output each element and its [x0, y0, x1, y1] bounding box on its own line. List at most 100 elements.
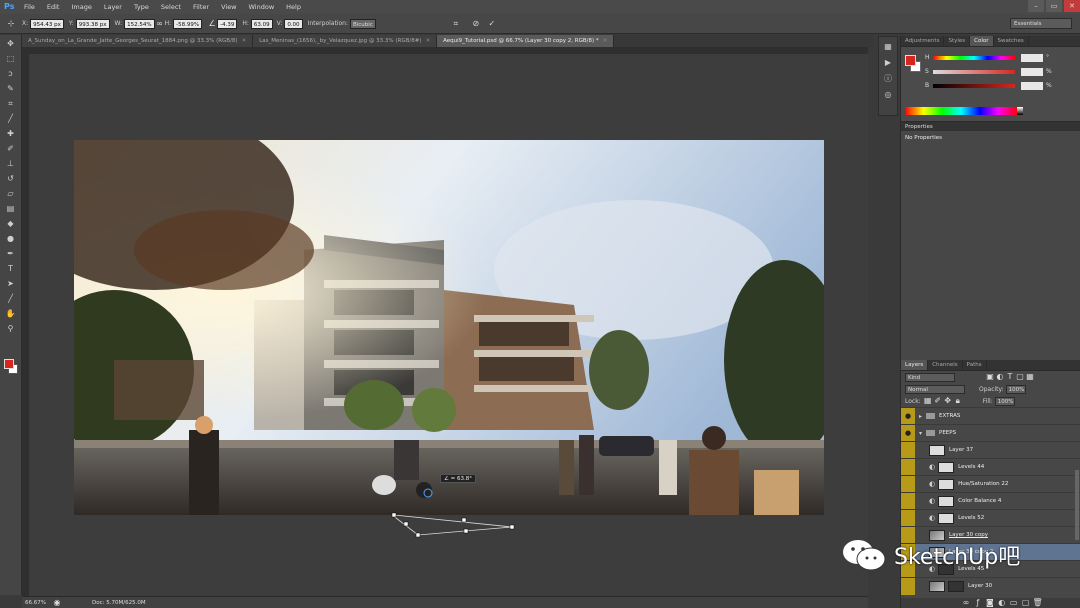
saturation-value[interactable] [1021, 67, 1043, 76]
dodge-tool-icon[interactable]: ● [4, 232, 18, 245]
history-brush-icon[interactable]: ↺ [4, 172, 18, 185]
maximize-button[interactable]: ▭ [1046, 0, 1062, 12]
lock-pixels-icon[interactable]: ▦ [923, 396, 933, 406]
lasso-tool-icon[interactable]: ↄ [4, 67, 18, 80]
visibility-eye-icon[interactable] [901, 475, 915, 493]
layer-row[interactable]: Layer 37 [901, 441, 1080, 459]
new-layer-icon[interactable]: ▢ [1021, 598, 1031, 608]
brightness-value[interactable] [1021, 81, 1043, 90]
menu-filter[interactable]: Filter [187, 0, 215, 14]
color-wheel-icon[interactable]: ◎ [881, 89, 895, 101]
cancel-transform-icon[interactable]: ⊘ [471, 19, 481, 29]
visibility-eye-icon[interactable] [901, 458, 915, 476]
trash-icon[interactable]: 🗑︎ [1033, 598, 1043, 608]
architectural-render-image[interactable] [74, 140, 824, 515]
workspace-select[interactable]: Essentials [1010, 18, 1072, 29]
commit-transform-icon[interactable]: ✓ [487, 19, 497, 29]
new-group-icon[interactable]: ▭ [1009, 598, 1019, 608]
layer-kind-filter[interactable]: Kind [905, 372, 955, 382]
link-layers-icon[interactable]: ∞ [961, 598, 971, 608]
pen-tool-icon[interactable]: ✒ [4, 247, 18, 260]
fill-field[interactable]: 100% [994, 396, 1015, 406]
hue-slider[interactable] [933, 55, 1015, 60]
tab-swatches[interactable]: Swatches [994, 36, 1029, 46]
lock-all-icon[interactable]: 🔒︎ [953, 396, 963, 406]
menu-file[interactable]: File [18, 0, 41, 14]
visibility-eye-icon[interactable]: ● [901, 424, 915, 442]
panel-foreground-swatch[interactable] [905, 55, 916, 66]
zoom-level[interactable]: 66.67% [22, 600, 52, 606]
healing-tool-icon[interactable]: ✚ [4, 127, 18, 140]
warp-icon[interactable]: ⌗ [451, 19, 461, 29]
brightness-slider[interactable] [933, 83, 1015, 88]
tab-adjustments[interactable]: Adjustments [901, 36, 945, 46]
close-icon[interactable]: ✕ [425, 38, 430, 44]
layer-row[interactable]: ◐ Levels 52 [901, 509, 1080, 527]
link-icon[interactable]: ∞ [155, 19, 165, 29]
menu-view[interactable]: View [215, 0, 242, 14]
doc-tab-seurat[interactable]: A_Sunday_on_La_Grande_Jatte_Georges_Seur… [22, 35, 254, 47]
quick-select-tool-icon[interactable]: ✎ [4, 82, 18, 95]
menu-help[interactable]: Help [280, 0, 307, 14]
tab-color[interactable]: Color [970, 36, 994, 46]
close-icon[interactable]: ✕ [603, 38, 608, 44]
stamp-tool-icon[interactable]: ⊥ [4, 157, 18, 170]
foreground-color-swatch[interactable] [4, 359, 14, 369]
visibility-eye-icon[interactable] [901, 509, 915, 527]
transform-tool-icon[interactable]: ⊹ [6, 19, 16, 29]
eyedropper-tool-icon[interactable]: ╱ [4, 112, 18, 125]
visibility-eye-icon[interactable] [901, 441, 915, 459]
history-icon[interactable]: ▦ [881, 41, 895, 53]
menu-edit[interactable]: Edit [41, 0, 66, 14]
lock-paint-icon[interactable]: ✐ [933, 396, 943, 406]
vskew-field[interactable]: 0.00 [284, 18, 303, 29]
blur-tool-icon[interactable]: ◆ [4, 217, 18, 230]
expand-arrow-icon[interactable]: ▸ [919, 413, 922, 420]
opacity-field[interactable]: 100% [1005, 384, 1026, 394]
layers-scrollbar[interactable] [1075, 470, 1079, 540]
saturation-slider[interactable] [933, 69, 1015, 74]
minimize-button[interactable]: – [1028, 0, 1044, 12]
type-tool-icon[interactable]: T [4, 262, 18, 275]
tab-channels[interactable]: Channels [928, 360, 963, 370]
tab-paths[interactable]: Paths [963, 360, 987, 370]
document-size[interactable]: Doc: 5.70M/625.0M [92, 600, 146, 606]
eraser-tool-icon[interactable]: ▱ [4, 187, 18, 200]
visibility-eye-icon[interactable]: ● [901, 407, 915, 425]
gradient-tool-icon[interactable]: ▤ [4, 202, 18, 215]
height-field[interactable]: -58.99% [173, 18, 203, 29]
doc-tab-tutorial[interactable]: Aequi9_Tutorial.psd @ 66.7% (Layer 30 co… [437, 35, 615, 47]
blend-mode-select[interactable]: Normal [905, 384, 965, 394]
path-select-tool-icon[interactable]: ➤ [4, 277, 18, 290]
doc-tab-velazquez[interactable]: Las_Meninas_(1656),_by_Velazquez.jpg @ 3… [253, 35, 438, 47]
add-mask-icon[interactable]: ◙ [985, 598, 995, 608]
move-tool-icon[interactable]: ✥ [4, 37, 18, 50]
filter-type-icon[interactable]: T [1005, 372, 1015, 382]
actions-icon[interactable]: ▶ [881, 57, 895, 69]
hand-tool-icon[interactable]: ✋ [4, 307, 18, 320]
shape-tool-icon[interactable]: ╱ [4, 292, 18, 305]
export-icon[interactable]: ◉ [52, 598, 62, 608]
lock-position-icon[interactable]: ✥ [943, 396, 953, 406]
x-field[interactable]: 954.43 px [30, 18, 64, 29]
menu-image[interactable]: Image [65, 0, 97, 14]
visibility-eye-icon[interactable] [901, 492, 915, 510]
tab-styles[interactable]: Styles [944, 36, 971, 46]
layer-row[interactable]: Layer 30 [901, 577, 1080, 595]
width-field[interactable]: 152.54% [124, 18, 155, 29]
filter-adjust-icon[interactable]: ◐ [995, 372, 1005, 382]
tab-layers[interactable]: Layers [901, 360, 929, 370]
menu-select[interactable]: Select [155, 0, 187, 14]
fx-icon[interactable]: ƒ [973, 598, 983, 608]
filter-shape-icon[interactable]: ▢ [1015, 372, 1025, 382]
close-button[interactable]: ✕ [1064, 0, 1080, 12]
filter-smart-icon[interactable]: ▦ [1025, 372, 1035, 382]
marquee-tool-icon[interactable]: ⬚ [4, 52, 18, 65]
layer-row[interactable]: ◐ Color Balance 4 [901, 492, 1080, 510]
y-field[interactable]: 993.38 px [75, 18, 110, 29]
properties-header[interactable]: Properties [901, 121, 1080, 131]
layer-row[interactable]: ● ▸ EXTRAS [901, 407, 1080, 425]
layer-row[interactable]: ◐ Levels 44 [901, 458, 1080, 476]
layer-row[interactable]: ◐ Hue/Saturation 22 [901, 475, 1080, 493]
menu-type[interactable]: Type [128, 0, 155, 14]
